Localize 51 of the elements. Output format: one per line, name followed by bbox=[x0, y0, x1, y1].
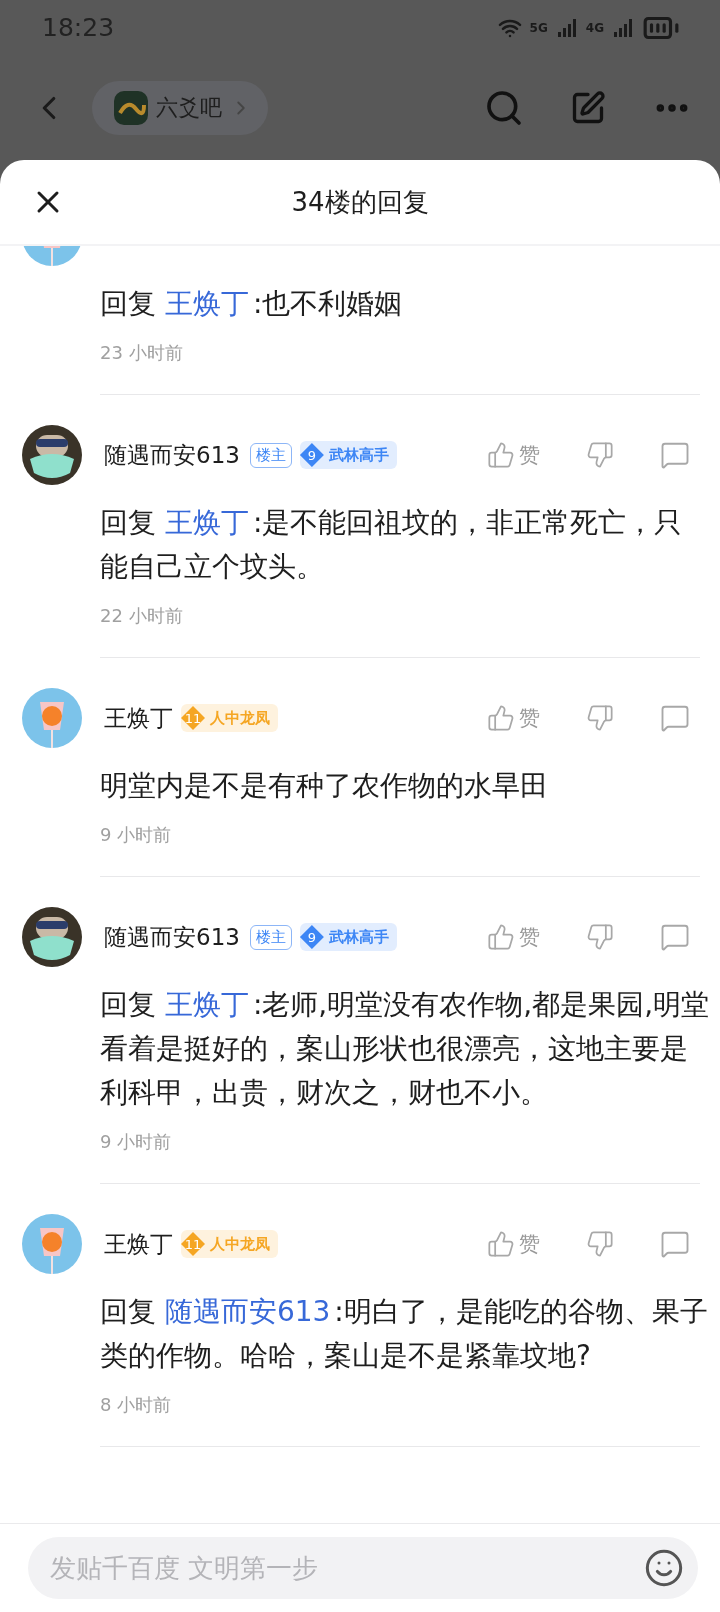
reply-text: 回复 随遇而安613:明白了，是能吃的谷物、果子类的作物。哈哈，案山是不是紧靠坟地? bbox=[100, 1294, 709, 1374]
network-label: 4G bbox=[585, 20, 604, 35]
avatar bbox=[22, 1214, 82, 1274]
post-time: 9 小时前 bbox=[100, 823, 173, 847]
comment-icon[interactable] bbox=[660, 703, 690, 733]
reply-text: 回复 王焕丁:是不能回祖坟的，非正常死亡，只能自己立个坟头。 bbox=[100, 505, 684, 585]
user-name[interactable]: 王焕丁 bbox=[104, 1228, 173, 1260]
user-link[interactable]: 随遇而安613 bbox=[164, 1295, 331, 1328]
user-link[interactable]: 王焕丁 bbox=[164, 988, 249, 1021]
edit-icon[interactable] bbox=[570, 89, 606, 126]
user-link[interactable]: 王焕丁 bbox=[164, 287, 249, 320]
forum-pill[interactable]: 六爻吧 bbox=[92, 80, 268, 135]
network-label: 5G bbox=[529, 20, 548, 35]
rank-badge: 9 武林高手 bbox=[299, 923, 397, 951]
comment-icon[interactable] bbox=[660, 1229, 690, 1259]
avatar bbox=[22, 907, 82, 967]
user-link[interactable]: 王焕丁 bbox=[164, 506, 249, 539]
post-time: 8 小时前 bbox=[100, 1393, 173, 1417]
user-name[interactable]: 王焕丁 bbox=[104, 702, 173, 734]
post-time: 9 小时前 bbox=[100, 1130, 173, 1154]
rank-badge: 11 人中龙凤 bbox=[181, 704, 278, 732]
post-time: 22 小时前 bbox=[100, 604, 184, 628]
post-time: 23 小时前 bbox=[100, 341, 184, 365]
like-button[interactable]: 赞 bbox=[487, 1230, 540, 1258]
thumbs-down-icon[interactable] bbox=[586, 704, 614, 732]
thumbs-down-icon[interactable] bbox=[586, 1230, 614, 1258]
host-badge: 楼主 bbox=[249, 924, 292, 950]
thumbs-down-icon[interactable] bbox=[586, 923, 614, 951]
reply-text: 回复 王焕丁:老师,明堂没有农作物,都是果园,明堂看着是挺好的，案山形状也很漂亮，这地主要是利科甲，出贵，财次之，财也不小。 bbox=[100, 987, 710, 1111]
emoji-icon[interactable] bbox=[644, 1548, 684, 1588]
signal-icon bbox=[612, 16, 634, 39]
comment-icon[interactable] bbox=[660, 440, 690, 470]
host-badge: 楼主 bbox=[249, 442, 292, 468]
thumbs-down-icon[interactable] bbox=[586, 441, 614, 469]
user-name[interactable]: 随遇而安613 bbox=[104, 439, 240, 471]
reply-text: 明堂内是不是有种了农作物的水旱田 bbox=[100, 768, 549, 804]
like-button[interactable]: 赞 bbox=[487, 704, 540, 732]
avatar bbox=[22, 425, 82, 485]
like-button[interactable]: 赞 bbox=[487, 923, 540, 951]
reply-text: 回复 王焕丁:也不利婚姻 bbox=[100, 286, 404, 322]
comment-icon[interactable] bbox=[660, 922, 690, 952]
signal-icon bbox=[555, 16, 578, 39]
like-button[interactable]: 赞 bbox=[487, 441, 540, 469]
forum-name: 六爻吧 bbox=[156, 93, 222, 122]
rank-badge: 11 人中龙凤 bbox=[181, 1230, 278, 1258]
comment-input[interactable]: 发贴千百度 文明第一步 bbox=[28, 1537, 698, 1599]
sheet-title: 34楼的回复 bbox=[291, 185, 429, 219]
rank-badge: 9 武林高手 bbox=[299, 441, 397, 469]
user-name[interactable]: 随遇而安613 bbox=[104, 921, 240, 953]
forum-avatar-icon bbox=[114, 90, 148, 125]
avatar bbox=[22, 688, 82, 748]
